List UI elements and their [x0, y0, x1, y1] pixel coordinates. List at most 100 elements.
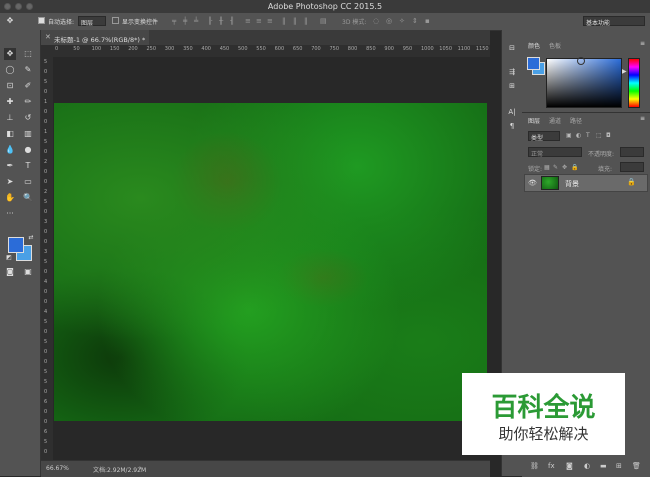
color-picker-cursor[interactable] [577, 57, 585, 65]
magic-wand-tool-icon[interactable]: ✎ [22, 64, 34, 76]
align-bottom-icon[interactable]: ╧ [194, 17, 201, 25]
add-mask-icon[interactable]: ◙ [566, 462, 573, 470]
align-left-icon[interactable]: ╟ [208, 17, 215, 25]
lock-position-icon[interactable]: ✥ [562, 164, 567, 171]
ruler-tick-label: 1100 [457, 46, 471, 52]
dodge-tool-icon[interactable]: ● [22, 144, 34, 156]
rectangle-tool-icon[interactable]: ▭ [22, 176, 34, 188]
history-brush-tool-icon[interactable]: ↺ [22, 112, 34, 124]
gradient-tool-icon[interactable]: ▥ [22, 128, 34, 140]
brush-tool-icon[interactable]: ✏ [22, 96, 34, 108]
lock-all-icon[interactable]: 🔒 [571, 164, 578, 171]
tab-layers[interactable]: 图层 [528, 116, 540, 125]
quick-mask-icon[interactable]: ◙ [4, 266, 16, 278]
default-colors-icon[interactable]: ◩ [3, 252, 15, 264]
filter-adjustment-icon[interactable]: ◐ [576, 132, 581, 139]
layer-style-icon[interactable]: fx [548, 462, 555, 470]
show-transform-checkbox[interactable] [112, 17, 119, 24]
auto-select-target-dropdown[interactable]: 图层 [78, 16, 106, 27]
filter-shape-icon[interactable]: ⬚ [596, 132, 602, 139]
lock-transparent-icon[interactable]: ▦ [544, 164, 550, 171]
hue-slider-handle-icon[interactable]: ▶ [622, 68, 627, 75]
drag-3d-icon[interactable]: ✧ [399, 17, 406, 25]
lock-pixels-icon[interactable]: ✎ [553, 164, 558, 171]
distribute-left-icon[interactable]: ‖ [282, 17, 289, 25]
fill-input[interactable] [620, 162, 644, 172]
history-panel-icon[interactable]: ⊟ [506, 44, 518, 54]
filter-type-icon[interactable]: T [586, 132, 590, 139]
new-group-icon[interactable]: ▬ [600, 462, 607, 470]
move-tool-preset-icon[interactable]: ✥ [4, 15, 16, 27]
pen-tool-icon[interactable]: ✒ [4, 160, 16, 172]
align-right-icon[interactable]: ╢ [230, 17, 237, 25]
orbit-3d-icon[interactable]: ◌ [373, 17, 380, 25]
layer-name[interactable]: 背景 [565, 179, 579, 189]
opacity-input[interactable] [620, 147, 644, 157]
ruler-tick-label: 800 [347, 46, 358, 52]
edit-toolbar-icon[interactable]: ··· [4, 208, 16, 220]
tab-paths[interactable]: 路径 [570, 116, 582, 125]
new-adjustment-layer-icon[interactable]: ◐ [584, 462, 590, 470]
hue-slider[interactable] [628, 58, 640, 108]
color-panel-menu-icon[interactable]: ≡ [640, 40, 645, 47]
roll-3d-icon[interactable]: ◎ [386, 17, 393, 25]
align-vcenter-icon[interactable]: ╪ [183, 17, 190, 25]
document-canvas[interactable] [54, 103, 487, 421]
adjustments-panel-icon[interactable]: ⇶ [506, 68, 518, 78]
ruler-tick-label: 5 [44, 439, 48, 445]
slide-3d-icon[interactable]: ⇕ [412, 17, 419, 25]
new-layer-icon[interactable]: ⊞ [616, 462, 622, 470]
distribute-bottom-icon[interactable]: ≡ [267, 17, 274, 25]
filter-smart-object-icon[interactable]: ◘ [606, 132, 611, 139]
lasso-tool-icon[interactable]: ◯ [4, 64, 16, 76]
layer-lock-icon[interactable]: 🔒 [627, 178, 636, 186]
path-selection-tool-icon[interactable]: ➤ [4, 176, 16, 188]
align-hcenter-icon[interactable]: ╫ [219, 17, 226, 25]
blur-tool-icon[interactable]: 💧 [4, 144, 16, 156]
tab-color[interactable]: 颜色 [528, 41, 540, 50]
screen-mode-icon[interactable]: ▣ [22, 266, 34, 278]
move-tool-icon[interactable]: ✥ [4, 48, 16, 60]
distribute-right-icon[interactable]: ‖ [304, 17, 311, 25]
delete-layer-icon[interactable]: 🗑 [632, 462, 641, 470]
layer-visibility-eye-icon[interactable]: 👁 [528, 179, 537, 187]
character-panel-icon[interactable]: A| [506, 108, 518, 118]
zoom-tool-icon[interactable]: 🔍 [22, 192, 34, 204]
distribute-hcenter-icon[interactable]: ‖ [293, 17, 300, 25]
hand-tool-icon[interactable]: ✋ [4, 192, 16, 204]
healing-brush-tool-icon[interactable]: ✚ [4, 96, 16, 108]
tab-channels[interactable]: 通道 [549, 116, 561, 125]
blend-mode-dropdown[interactable]: 正常 [528, 147, 582, 158]
distribute-top-icon[interactable]: ≡ [245, 17, 252, 25]
foreground-color-swatch[interactable] [8, 237, 24, 253]
document-tab[interactable]: ✕ 未标题-1 @ 66.7%(RGB/8*) * [41, 30, 150, 45]
color-picker-field[interactable] [546, 57, 622, 108]
status-menu-arrow-icon[interactable]: › [139, 464, 142, 472]
filter-pixel-icon[interactable]: ▣ [566, 132, 572, 139]
type-tool-icon[interactable]: T [22, 160, 34, 172]
align-top-icon[interactable]: ╤ [172, 17, 179, 25]
clone-stamp-tool-icon[interactable]: ⊥ [4, 112, 16, 124]
mode-3d-label: 3D 模式: [342, 19, 367, 26]
link-layers-icon[interactable]: ⛓ [530, 462, 539, 470]
distribute-vcenter-icon[interactable]: ≡ [256, 17, 263, 25]
auto-align-icon[interactable]: ▤ [320, 17, 327, 25]
layers-panel-menu-icon[interactable]: ≡ [640, 115, 645, 122]
ruler-tick-label: 1150 [475, 46, 489, 52]
zoom-level[interactable]: 66.67% [46, 465, 69, 472]
workspace-dropdown[interactable]: 基本功能 [583, 16, 645, 27]
ruler-tick-label: 1 [44, 99, 48, 105]
eraser-tool-icon[interactable]: ◧ [4, 128, 16, 140]
panel-foreground-swatch[interactable] [527, 57, 540, 70]
swap-colors-icon[interactable]: ⇄ [25, 232, 37, 244]
paragraph-panel-icon[interactable]: ¶ [506, 122, 518, 132]
properties-panel-icon[interactable]: ⊞ [506, 82, 518, 92]
close-document-icon[interactable]: ✕ [45, 33, 51, 41]
marquee-tool-icon[interactable]: ⬚ [22, 48, 34, 60]
tab-swatches[interactable]: 色板 [549, 41, 561, 50]
eyedropper-tool-icon[interactable]: ✐ [22, 80, 34, 92]
layer-kind-filter[interactable]: 类型 [528, 131, 560, 142]
auto-select-checkbox[interactable] [38, 17, 45, 24]
crop-tool-icon[interactable]: ⊡ [4, 80, 16, 92]
scale-3d-icon[interactable]: ▪ [425, 17, 432, 25]
